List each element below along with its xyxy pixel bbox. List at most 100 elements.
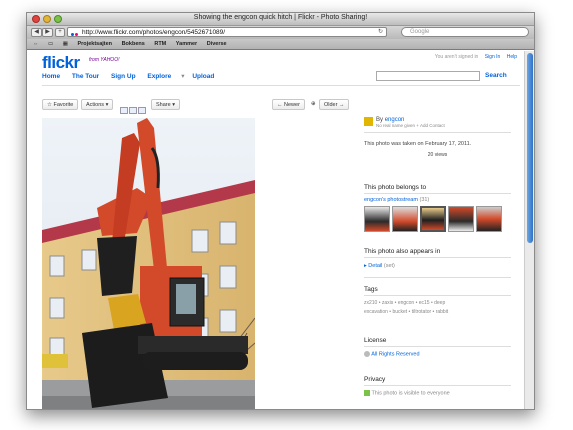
email-icon[interactable]: [120, 107, 128, 114]
reading-list-icon[interactable]: ⇔: [33, 41, 39, 47]
flickr-logo[interactable]: flickr: [42, 53, 80, 73]
appears-divider: [364, 257, 511, 258]
set-count: (set): [383, 263, 395, 269]
newer-label: Newer: [284, 102, 300, 108]
help-link[interactable]: Help: [507, 54, 517, 60]
site-search-input[interactable]: [376, 71, 480, 81]
copyright-icon: [364, 351, 370, 357]
logo-text: flickr: [42, 53, 80, 72]
tag-excavation[interactable]: excavation: [364, 309, 388, 315]
tag-zaxis[interactable]: zaxis: [382, 300, 393, 306]
desktop: Showing the engcon quick hitch | Flickr …: [0, 0, 573, 430]
url-text: http://www.flickr.com/photos/engcon/5452…: [82, 29, 226, 36]
privacy-divider: [364, 385, 511, 386]
bookmark-bokbens[interactable]: Bokbens: [122, 41, 145, 47]
appears-heading: This photo also appears in: [364, 248, 441, 255]
tag-deep[interactable]: deep: [434, 300, 445, 306]
views-count: 20 views: [364, 152, 511, 158]
bookmark-projektsajten[interactable]: Projektsajten: [78, 41, 113, 47]
real-name-text: No real name given: [376, 123, 416, 128]
owner-avatar[interactable]: [364, 117, 373, 126]
thumbnail-5[interactable]: [476, 206, 502, 232]
belongs-heading: This photo belongs to: [364, 184, 427, 191]
newer-button[interactable]: ← Newer: [272, 99, 305, 110]
privacy-text: This photo is visible to everyone: [371, 390, 450, 397]
open-book-icon[interactable]: ▭: [48, 41, 53, 47]
owner-block: By engcon No real name given + Add Conta…: [364, 117, 511, 133]
privacy-heading: Privacy: [364, 376, 386, 383]
belongs-divider: [364, 193, 511, 194]
from-yahoo-label: from YAHOO!: [89, 57, 120, 63]
browser-window: Showing the engcon quick hitch | Flickr …: [26, 12, 535, 410]
license-heading: License: [364, 337, 387, 344]
address-bar[interactable]: http://www.flickr.com/photos/engcon/5452…: [67, 27, 387, 37]
views-text: 20 views: [427, 152, 448, 158]
thumbnail-3-current[interactable]: [420, 206, 446, 232]
not-signed-in-text: You aren't signed in: [434, 54, 479, 60]
forward-button[interactable]: ▶: [42, 28, 53, 37]
photostream-thumbnails: [364, 206, 511, 232]
thumbnail-4[interactable]: [448, 206, 474, 232]
owner-divider: [364, 132, 511, 133]
reload-icon[interactable]: ↻: [378, 28, 383, 37]
older-label: Older: [324, 102, 338, 108]
tag-ec15[interactable]: ec15: [419, 300, 430, 306]
nav-explore[interactable]: Explore: [147, 73, 171, 80]
license-link[interactable]: All Rights Reserved: [371, 351, 419, 357]
actions-button[interactable]: Actions ▾: [81, 99, 114, 110]
photo-meta: This photo was taken on February 17, 201…: [364, 141, 511, 158]
tags-block: Tags zx210 • zaxis • engcon • ec15 • dee…: [364, 286, 511, 317]
header-divider: [42, 85, 520, 86]
explore-dropdown-icon[interactable]: ▾: [181, 73, 184, 80]
back-button[interactable]: ◀: [31, 28, 42, 37]
add-contact-link[interactable]: Add Contact: [420, 123, 445, 128]
flickr-favicon-icon: [71, 30, 79, 36]
favorite-label: Favorite: [53, 102, 74, 108]
nav-sign-up[interactable]: Sign Up: [111, 73, 136, 80]
main-photo[interactable]: [42, 118, 255, 409]
set-expand-icon[interactable]: ▸: [364, 263, 367, 269]
bookmark-yammer[interactable]: Yammer: [176, 41, 197, 47]
nav-upload[interactable]: Upload: [192, 73, 214, 80]
sign-in-link[interactable]: Sign In: [485, 54, 501, 60]
tags-divider: [364, 295, 511, 296]
favorite-button[interactable]: ☆ Favorite: [42, 99, 79, 110]
window-title: Showing the engcon quick hitch | Flickr …: [193, 14, 368, 21]
belongs-block: This photo belongs to engcon's photostre…: [364, 184, 511, 232]
google-search-field[interactable]: Google: [401, 27, 529, 37]
search-button[interactable]: Search: [485, 72, 507, 79]
nav-home[interactable]: Home: [42, 73, 60, 80]
license-block: License All Rights Reserved: [364, 337, 511, 357]
tag-tiltrotator[interactable]: tiltrotator: [412, 309, 431, 315]
bookmark-diverse[interactable]: Diverse: [207, 41, 227, 47]
twitter-icon[interactable]: [138, 107, 146, 114]
thumbnail-1[interactable]: [364, 206, 390, 232]
account-links: You aren't signed in Sign In Help: [435, 54, 517, 60]
thumbnail-2[interactable]: [392, 206, 418, 232]
visible-to-everyone-icon: [364, 390, 370, 396]
nav-the-tour[interactable]: The Tour: [72, 73, 99, 80]
share-button[interactable]: Share ▾: [151, 99, 180, 110]
photostream-count: (31): [419, 197, 430, 203]
tag-rabbit[interactable]: rabbit: [436, 309, 449, 315]
main-nav: Home The Tour Sign Up Explore ▾ Upload: [42, 72, 224, 80]
appears-bottom-divider: [364, 277, 511, 278]
privacy-block: Privacy This photo is visible to everyon…: [364, 376, 511, 396]
share-icons: [120, 101, 147, 119]
older-button[interactable]: Older →: [319, 99, 350, 110]
facebook-icon[interactable]: [129, 107, 137, 114]
tag-engcon[interactable]: engcon: [398, 300, 414, 306]
add-bookmark-button[interactable]: +: [55, 28, 65, 37]
page-content: flickr from YAHOO! You aren't signed in …: [27, 51, 525, 409]
vertical-scrollbar[interactable]: [524, 51, 534, 409]
photostream-link[interactable]: engcon's photostream: [364, 197, 418, 203]
tag-bucket[interactable]: bucket: [392, 309, 407, 315]
set-link[interactable]: Detail: [368, 263, 382, 269]
tag-zx210[interactable]: zx210: [364, 300, 377, 306]
taken-date-text: This photo was taken on February 17, 201…: [364, 141, 472, 147]
appears-block: This photo also appears in ▸ Detail (set…: [364, 248, 511, 278]
scrollbar-thumb[interactable]: [527, 53, 533, 243]
bookmark-rtm[interactable]: RTM: [154, 41, 166, 47]
zoom-icon[interactable]: ⊕: [307, 99, 320, 110]
top-sites-icon[interactable]: ▦: [63, 41, 68, 47]
